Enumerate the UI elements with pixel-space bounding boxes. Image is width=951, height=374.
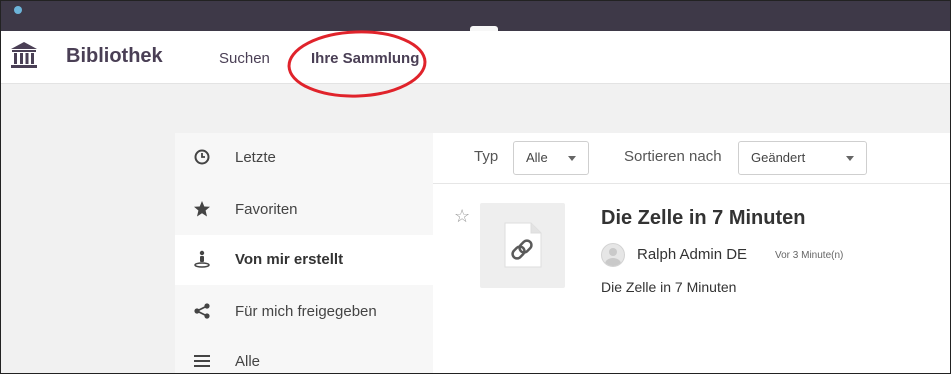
star-icon: [194, 201, 210, 217]
sort-select-value: Geändert: [751, 150, 806, 165]
app-window: Bibliothek Suchen Ihre Sammlung Letzte F…: [0, 0, 951, 374]
favorite-star-icon[interactable]: ☆: [454, 206, 470, 227]
sidebar-item-favorites[interactable]: Favoriten: [175, 185, 433, 235]
sidebar-item-label: Alle: [235, 353, 261, 370]
share-icon: [194, 303, 210, 319]
sort-label: Sortieren nach: [624, 148, 722, 165]
nav-search[interactable]: Suchen: [219, 50, 270, 67]
library-icon[interactable]: [9, 40, 39, 70]
brand-title[interactable]: Bibliothek: [66, 45, 163, 68]
list-icon: [194, 355, 210, 367]
sidebar-item-label: Von mir erstellt: [235, 251, 344, 268]
link-document-icon: [504, 222, 542, 268]
user-pin-icon: [194, 250, 210, 268]
top-bar: [1, 1, 950, 31]
sidebar-item-label: Letzte: [235, 149, 276, 166]
filter-bar: Typ Alle Sortieren nach Geändert: [433, 133, 950, 184]
chevron-down-icon: [568, 156, 576, 161]
status-dot: [14, 6, 22, 14]
header: Bibliothek Suchen Ihre Sammlung: [1, 31, 950, 84]
annotation-circle: [287, 30, 427, 98]
clock-icon: [194, 149, 210, 165]
content-area: Typ Alle Sortieren nach Geändert ☆ Die Z…: [433, 133, 950, 373]
type-select[interactable]: Alle: [513, 141, 589, 175]
list-item[interactable]: ☆ Die Zelle in 7 Minuten Ralph Admin DE …: [433, 183, 950, 373]
item-author[interactable]: Ralph Admin DE: [637, 246, 747, 263]
item-thumbnail[interactable]: [480, 203, 565, 288]
type-label: Typ: [474, 148, 499, 165]
type-select-value: Alle: [526, 150, 548, 165]
sidebar-item-created-by-me[interactable]: Von mir erstellt: [175, 235, 433, 285]
sidebar-item-shared-with-me[interactable]: Für mich freigegeben: [175, 287, 433, 337]
item-title[interactable]: Die Zelle in 7 Minuten: [601, 207, 805, 230]
chevron-down-icon: [846, 156, 854, 161]
sidebar-item-label: Favoriten: [235, 201, 298, 218]
item-description: Die Zelle in 7 Minuten: [601, 279, 737, 295]
avatar[interactable]: [601, 243, 625, 267]
sidebar-item-all[interactable]: Alle: [175, 337, 433, 373]
sidebar-item-label: Für mich freigegeben: [235, 303, 377, 320]
sort-select[interactable]: Geändert: [738, 141, 867, 175]
sidebar-item-recent[interactable]: Letzte: [175, 133, 433, 183]
sidebar: Letzte Favoriten Von mir erstellt Für mi…: [175, 133, 433, 373]
user-avatar-icon: [605, 248, 621, 266]
item-timestamp: Vor 3 Minute(n): [775, 250, 844, 261]
